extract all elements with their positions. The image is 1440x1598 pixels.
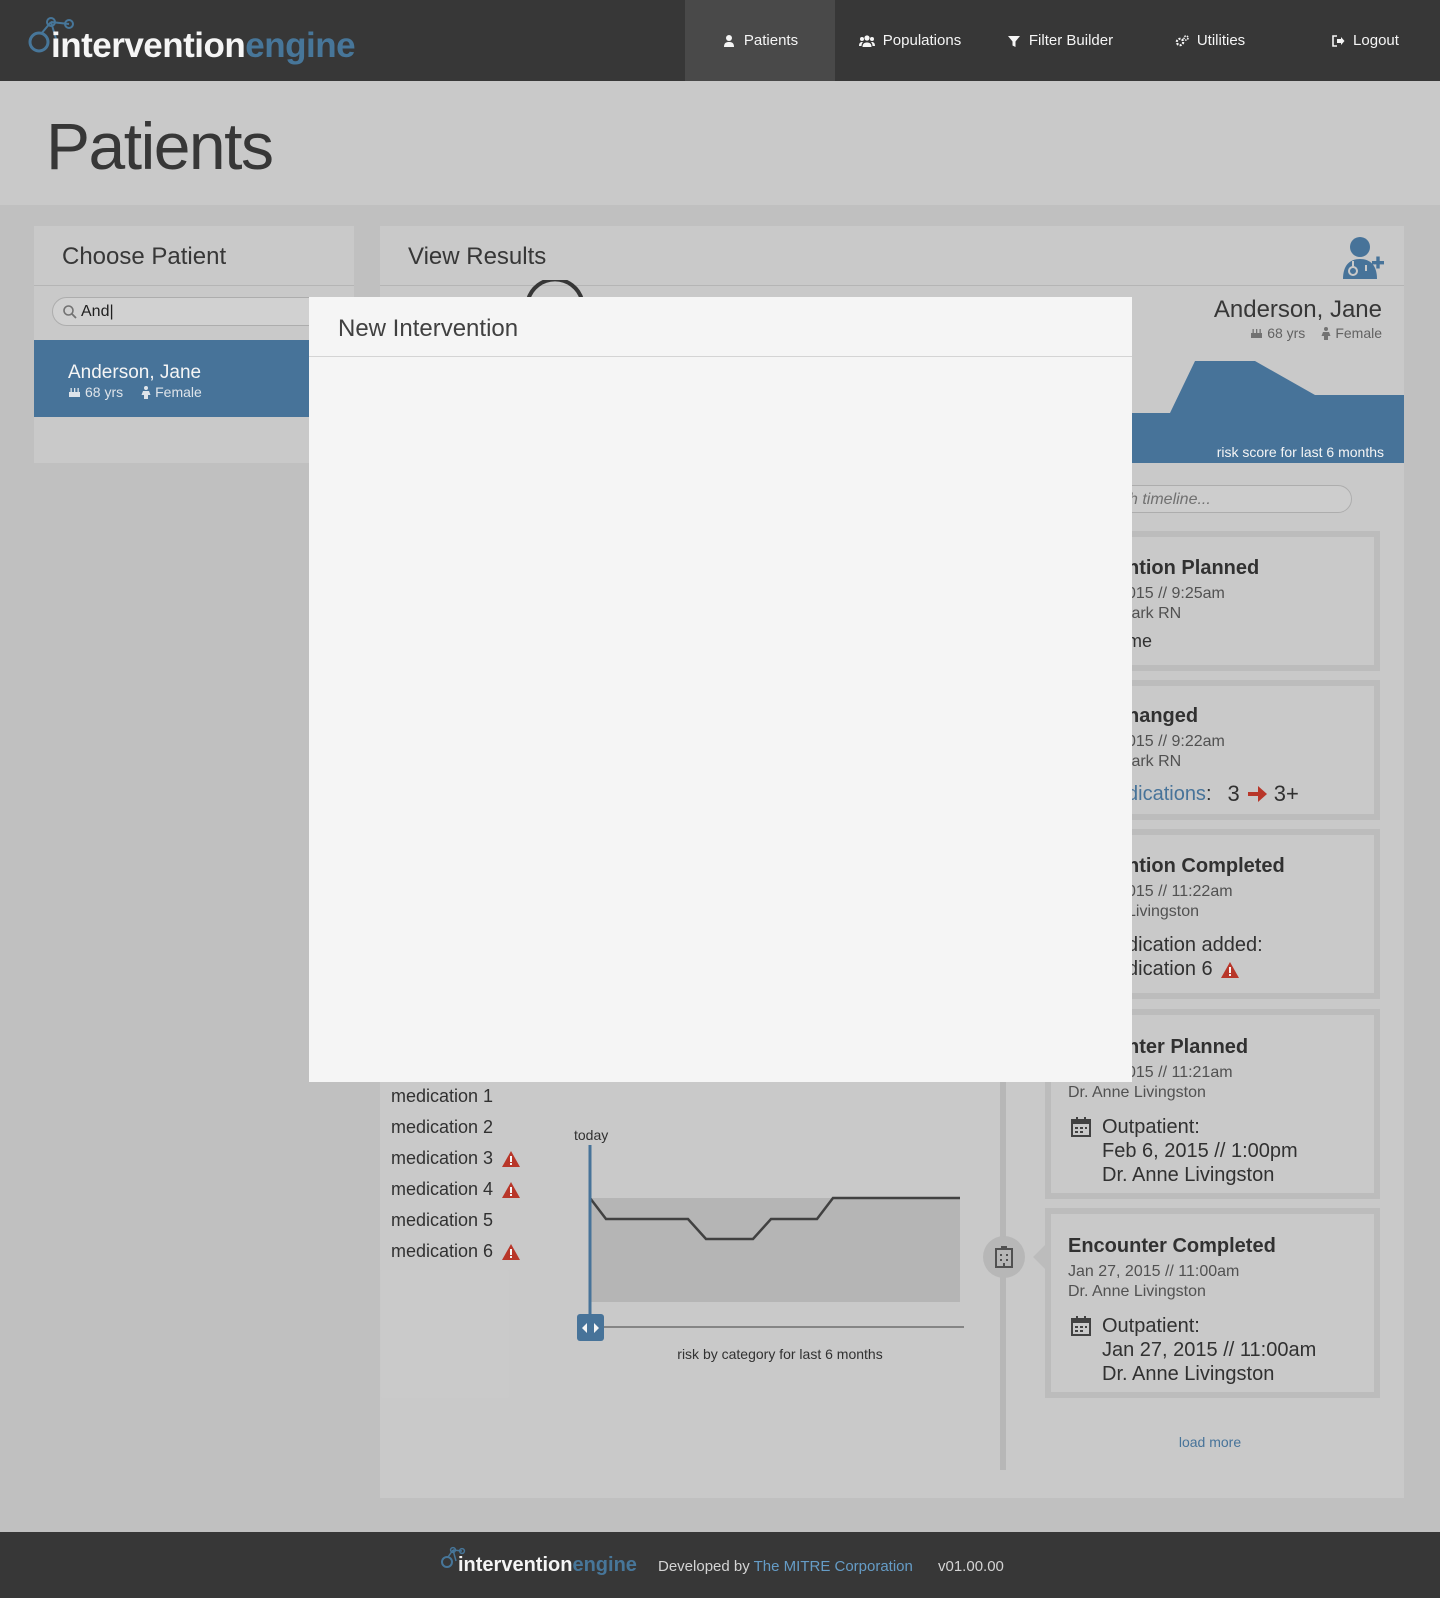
medication-item: medication 3 (391, 1148, 521, 1169)
filter-icon (1007, 35, 1020, 47)
choose-patient-title: Choose Patient (62, 243, 227, 270)
risk-change: dications : 3 3+ (1127, 781, 1299, 806)
add-intervention-icon[interactable] (1340, 235, 1386, 281)
choose-patient-header: Choose Patient (34, 226, 354, 286)
timeline-search-input[interactable] (1121, 490, 1331, 510)
warning-icon (502, 1243, 521, 1260)
load-more-link[interactable]: load more (1110, 1434, 1310, 1450)
modal-title: New Intervention (338, 315, 519, 342)
choose-patient-panel: Choose Patient Anderson, Jane 68 yrs Fem… (34, 226, 354, 463)
birthday-cake-icon (1251, 329, 1263, 338)
version-label: v01.00.00 (938, 1558, 1004, 1575)
female-icon (1321, 326, 1331, 340)
gears-icon (1175, 34, 1189, 46)
view-results-title: View Results (408, 243, 547, 270)
user-icon (723, 34, 734, 47)
result-patient-meta: 68 yrs Female (1200, 325, 1382, 341)
timeline-pointer (1033, 1245, 1045, 1269)
search-icon (63, 305, 77, 319)
footer-logo-wordmark[interactable]: interventionengine (458, 1554, 637, 1577)
medication-item: medication 1 (391, 1086, 494, 1106)
timeline-marker (983, 1236, 1025, 1278)
category-band (590, 1198, 960, 1302)
medications-link[interactable]: dications (1127, 783, 1206, 806)
patient-meta: 68 yrs Female (68, 384, 202, 400)
timeline-search[interactable] (1100, 485, 1352, 513)
nav-populations[interactable]: Populations (835, 0, 985, 81)
timeline-card[interactable]: Encounter Completed Jan 27, 2015 // 11:0… (1045, 1208, 1380, 1398)
view-results-header: View Results (380, 226, 1404, 286)
nav-patients[interactable]: Patients (685, 0, 835, 81)
birthday-cake-icon (69, 388, 80, 397)
risk-score-caption: risk score for last 6 months (1216, 444, 1384, 460)
female-icon (141, 385, 151, 399)
patient-search-input[interactable] (81, 301, 321, 323)
patient-name: Anderson, Jane (68, 362, 202, 383)
nav-utilities[interactable]: Utilities (1135, 0, 1285, 81)
mitre-link[interactable]: The MITRE Corporation (754, 1558, 913, 1575)
medication-item: medication 6 (391, 1241, 521, 1262)
modal-header: New Intervention (309, 297, 1132, 357)
calendar-icon (1071, 1316, 1091, 1336)
page-title: Patients (46, 109, 274, 183)
today-label: today (574, 1127, 609, 1143)
footer-credits: Developed by The MITRE Corporation (658, 1558, 913, 1575)
category-chart-caption: risk by category for last 6 months (677, 1346, 883, 1362)
hospital-icon (995, 1246, 1013, 1268)
arrow-right-icon (1247, 786, 1267, 802)
warning-icon (502, 1181, 521, 1198)
medication-item: medication 5 (391, 1210, 494, 1230)
medication-item: medication 2 (391, 1117, 494, 1137)
nav-logout[interactable]: Logout (1290, 0, 1440, 81)
nav-filter-builder[interactable]: Filter Builder (985, 0, 1135, 81)
patient-search[interactable] (52, 297, 332, 326)
warning-icon (502, 1150, 521, 1167)
footer: interventionengine Developed by The MITR… (0, 1532, 1440, 1598)
medication-item: medication 4 (391, 1179, 521, 1200)
patient-list-item[interactable]: Anderson, Jane 68 yrs Female (34, 340, 314, 417)
users-icon (858, 34, 875, 47)
warning-icon (1220, 961, 1239, 978)
logo-wordmark[interactable]: interventionengine (51, 26, 356, 66)
calendar-icon (1071, 1117, 1091, 1137)
result-patient-name: Anderson, Jane (1213, 296, 1382, 323)
risk-category-chart (577, 1145, 964, 1341)
sign-out-icon (1332, 34, 1345, 47)
time-slider-handle (577, 1314, 604, 1341)
top-navbar: interventionengine Patients Populations … (0, 0, 1440, 81)
new-intervention-modal[interactable]: New Intervention (309, 297, 1132, 1082)
